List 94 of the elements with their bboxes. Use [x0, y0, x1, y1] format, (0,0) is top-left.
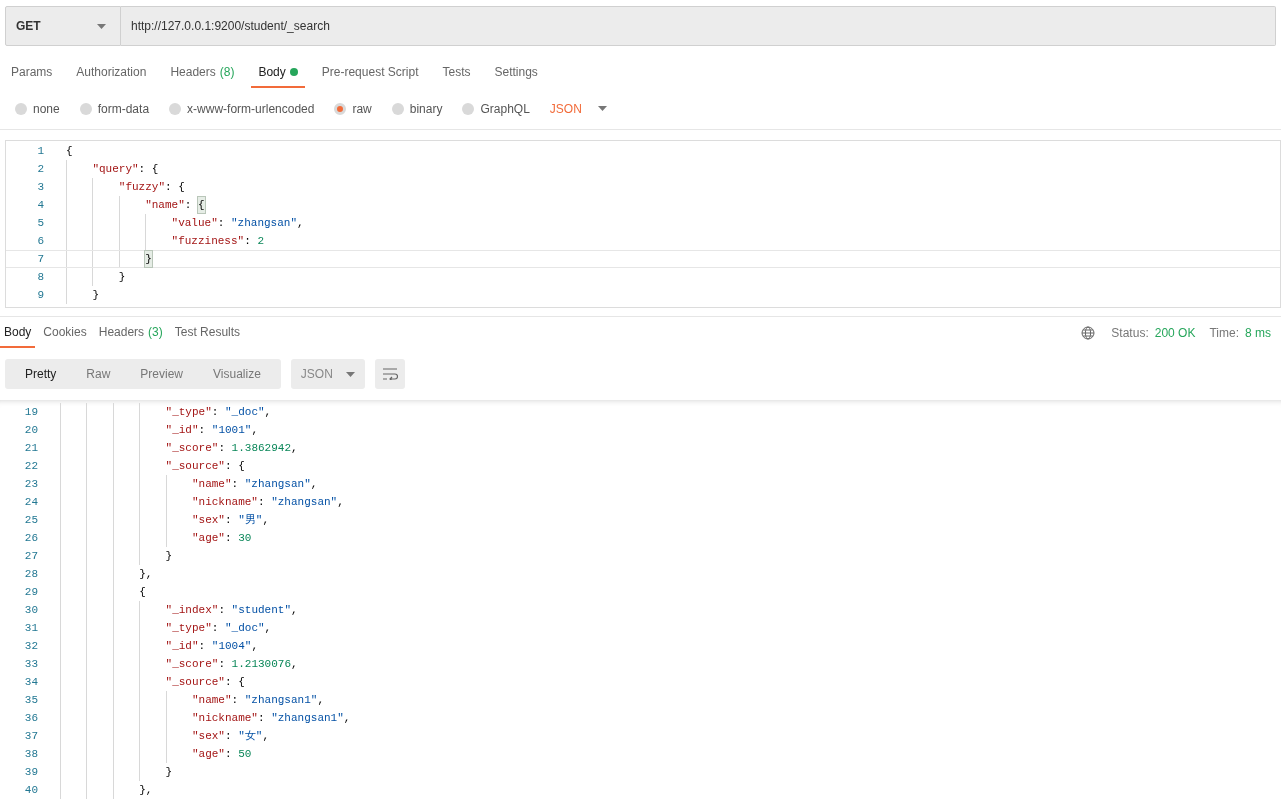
- code-line: }: [60, 547, 173, 565]
- request-body-editor[interactable]: 1 { 2 "query": { 3 "fuzzy": { 4 "name": { 5 "value": "zhangsan", 6 "fuzziness": 2 7 } 8 } 9 }: [5, 140, 1281, 308]
- line-number: 36: [23, 710, 39, 726]
- code-line: },: [60, 565, 153, 583]
- line-number: 39: [23, 764, 39, 780]
- line-number: 8: [36, 269, 45, 285]
- response-tab[interactable]: Test Results: [170, 317, 245, 348]
- request-tab[interactable]: Params: [4, 58, 60, 88]
- code-line: }: [60, 763, 173, 781]
- request-tab[interactable]: Pre-request Script: [314, 58, 426, 88]
- request-tab[interactable]: Tests: [435, 58, 478, 88]
- line-number: 28: [23, 566, 39, 582]
- code-line: "nickname": "zhangsan",: [60, 493, 344, 511]
- globe-icon[interactable]: [1081, 325, 1096, 340]
- response-tab[interactable]: Headers (3): [94, 317, 167, 348]
- body-type-radio[interactable]: raw: [334, 99, 372, 118]
- code-line: "query": {: [66, 160, 159, 178]
- code-line: "_source": {: [60, 673, 245, 691]
- code-line: {: [60, 583, 146, 601]
- code-line: "_index": "student",: [60, 601, 298, 619]
- code-line: "sex": "男",: [60, 511, 269, 529]
- time-label: Time:: [1209, 324, 1239, 342]
- line-number: 2: [36, 161, 45, 177]
- line-number: 9: [36, 287, 45, 303]
- caret-icon: [97, 23, 106, 29]
- code-line: "age": 50: [60, 745, 252, 763]
- line-number: 24: [23, 494, 39, 510]
- time-value: 8 ms: [1245, 324, 1271, 342]
- body-type-radio[interactable]: none: [15, 99, 60, 118]
- response-tab[interactable]: Cookies: [39, 317, 91, 348]
- caret-icon: [345, 371, 355, 377]
- code-line: "_type": "_doc",: [60, 619, 272, 637]
- line-number: 40: [23, 782, 39, 798]
- code-line: "_score": 1.2130076,: [60, 655, 298, 673]
- line-number: 6: [36, 233, 45, 249]
- line-number: 33: [23, 656, 39, 672]
- line-number: 26: [23, 530, 39, 546]
- line-number: 1: [36, 143, 45, 159]
- line-number: 20: [23, 422, 39, 438]
- line-number: 3: [36, 179, 45, 195]
- line-number: 37: [23, 728, 39, 744]
- code-line: "sex": "女",: [60, 727, 269, 745]
- view-mode-tab[interactable]: Visualize: [198, 359, 276, 389]
- line-number: 4: [36, 197, 45, 213]
- response-tab[interactable]: Body: [0, 317, 36, 348]
- code-line: "nickname": "zhangsan1",: [60, 709, 351, 727]
- body-type-radio[interactable]: x-www-form-urlencoded: [169, 99, 315, 118]
- line-number: 21: [23, 440, 39, 456]
- code-line: }: [66, 286, 99, 304]
- code-line: "_id": "1001",: [60, 421, 258, 439]
- code-line: "name": "zhangsan",: [60, 475, 318, 493]
- line-number: 23: [23, 476, 39, 492]
- line-number: 22: [23, 458, 39, 474]
- line-number: 7: [36, 251, 45, 267]
- line-number: 19: [23, 404, 39, 420]
- request-tab[interactable]: Settings: [487, 58, 545, 88]
- view-mode-tab[interactable]: Raw: [71, 359, 126, 389]
- method-dropdown[interactable]: GET: [5, 6, 121, 46]
- code-line: "value": "zhangsan",: [66, 214, 304, 232]
- body-type-radio[interactable]: form-data: [79, 99, 150, 118]
- line-number: 27: [23, 548, 39, 564]
- url-field[interactable]: http://127.0.0.1:9200/student/_search: [121, 6, 1276, 46]
- caret-icon: [597, 106, 607, 111]
- code-line: "name": {: [66, 196, 205, 214]
- code-line: "_type": "_doc",: [60, 403, 272, 421]
- code-line: "age": 30: [60, 529, 252, 547]
- request-tab[interactable]: Authorization: [69, 58, 154, 88]
- view-mode-tab[interactable]: Pretty: [10, 359, 72, 389]
- line-number: 31: [23, 620, 39, 636]
- line-number: 29: [23, 584, 39, 600]
- code-line: "name": "zhangsan1",: [60, 691, 324, 709]
- code-line: },: [60, 781, 153, 799]
- line-number: 25: [23, 512, 39, 528]
- code-line: "_id": "1004",: [60, 637, 258, 655]
- status-value: 200 OK: [1154, 324, 1196, 342]
- view-mode-tab[interactable]: Preview: [125, 359, 199, 389]
- line-number: 30: [23, 602, 39, 618]
- code-line: "_source": {: [60, 457, 245, 475]
- code-line: }: [66, 251, 152, 267]
- code-line: }: [66, 268, 126, 286]
- code-line: {: [66, 143, 73, 159]
- body-type-radio[interactable]: GraphQL: [462, 99, 530, 118]
- line-number: 34: [23, 674, 39, 690]
- wrap-icon: [381, 368, 398, 380]
- line-number: 38: [23, 746, 39, 762]
- body-type-radio[interactable]: binary: [391, 99, 443, 118]
- code-line: "fuzzy": {: [66, 178, 185, 196]
- line-number: 32: [23, 638, 39, 654]
- request-tab[interactable]: Body: [251, 58, 305, 88]
- request-tab[interactable]: Headers (8): [163, 58, 242, 88]
- line-number: 5: [36, 215, 45, 231]
- code-line: "_score": 1.3862942,: [60, 439, 298, 457]
- line-number: 35: [23, 692, 39, 708]
- status-label: Status:: [1111, 324, 1149, 342]
